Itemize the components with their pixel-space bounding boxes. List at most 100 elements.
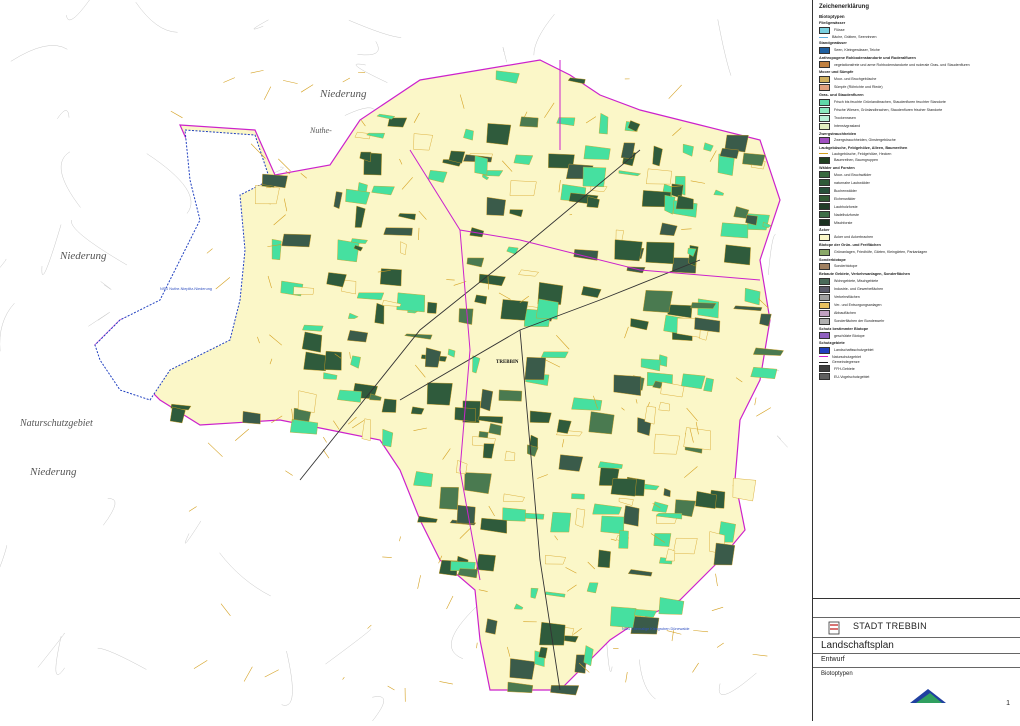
- biotope-patch: [282, 234, 311, 247]
- legend-swatch: [819, 137, 830, 144]
- legend-label: Abbauflächen: [834, 311, 856, 315]
- biotope-patch: [475, 156, 488, 175]
- legend-item: Baumreihen, Baumgruppen: [819, 157, 1014, 164]
- legend-label: Naturschutzgebiet: [832, 355, 861, 359]
- legend-group-heading: Biotope der Grün- und Freiflächen: [819, 243, 1014, 248]
- biotope-patch: [643, 290, 673, 312]
- legend-item: Nadelholzforste: [819, 211, 1014, 218]
- legend-label: Frische Wiesen, Grünlandbrachen, Stauden…: [834, 108, 942, 112]
- biotope-patch: [337, 240, 359, 262]
- legend-label: Bäche, Gräben, Seenrinnen: [832, 35, 877, 39]
- biotope-patch: [499, 390, 522, 401]
- biotope-patch: [673, 538, 697, 554]
- legend-swatch: [819, 157, 830, 164]
- legend-label: Sonderflächen der Bundeswehr: [834, 319, 884, 323]
- legend-item: Verkehrsflächen: [819, 294, 1014, 301]
- legend-swatch: [819, 365, 830, 372]
- legend-swatch: [819, 171, 830, 178]
- legend-group-heading: Bebaute Gebiete, Verkehrsanlagen, Sonder…: [819, 272, 1014, 277]
- legend-item: Laubholzforste: [819, 203, 1014, 210]
- legend-item: naturnahe Laubwälder: [819, 179, 1014, 186]
- city-crest-icon: [821, 621, 847, 635]
- legend-item: geschützte Biotope: [819, 332, 1014, 339]
- legend-label: Mischforste: [834, 221, 852, 225]
- legend-label: Seen, Kleingewässer, Teiche: [834, 48, 880, 52]
- biotope-patch: [684, 427, 711, 449]
- legend-group-heading: Laubgebüsche, Feldgehölze, Alleen, Baumr…: [819, 146, 1014, 151]
- legend-group-heading: Moore und Sümpfe: [819, 70, 1014, 75]
- biotope-patch: [255, 185, 279, 203]
- legend-swatch: [819, 278, 830, 285]
- legend-groups: FließgewässerFlüsseBäche, Gräben, Seenri…: [819, 21, 1014, 380]
- legend-swatch: [819, 84, 830, 91]
- legend-label: vegetationsfreie und arme Rohbodenstando…: [834, 63, 970, 67]
- biotope-patch: [439, 487, 458, 510]
- legend-label: Moor- und Bruchwälder: [834, 173, 871, 177]
- legend-swatch: [819, 362, 828, 363]
- biotope-patch: [610, 607, 636, 628]
- legend-item: Mischforste: [819, 219, 1014, 226]
- biotope-patch: [427, 383, 453, 405]
- legend-swatch: [819, 47, 830, 54]
- legend-swatch: [819, 61, 830, 68]
- legend-swatch: [819, 294, 830, 301]
- biotope-patch: [646, 169, 671, 184]
- page-number: 1: [1006, 700, 1010, 707]
- legend-label: Laubgebüsche, Feldgehölze, Hecken: [832, 152, 891, 156]
- biotope-patch: [302, 332, 322, 353]
- legend-swatch: [819, 76, 830, 83]
- legend-swatch: [819, 37, 828, 38]
- legend-swatch: [819, 318, 830, 325]
- biotope-patch: [510, 658, 535, 679]
- legend-item: Landschaftsschutzgebiet: [819, 347, 1014, 354]
- biotope-patch: [520, 117, 539, 127]
- biotope-patch: [714, 543, 735, 565]
- legend-label: Ver- und Entsorgungsanlagen: [834, 303, 882, 307]
- sheet-title: Biotoptypen: [821, 671, 853, 677]
- map-canvas[interactable]: Niederung Niederung Niederung Naturschut…: [0, 0, 812, 721]
- legend-label: Intensivgrasland: [834, 124, 860, 128]
- biotope-patch: [427, 302, 437, 313]
- biotope-patch: [691, 302, 716, 308]
- legend-swatch: [819, 123, 830, 130]
- legend-item: Trockenrasen: [819, 115, 1014, 122]
- legend-title: Zeichenerklärung: [819, 4, 1014, 11]
- legend-label: Nadelholzforste: [834, 213, 859, 217]
- legend-label: Eichenwälder: [834, 197, 856, 201]
- biotope-patch: [530, 411, 551, 423]
- biotope-patch: [414, 134, 433, 151]
- legend-label: Grünanlagen, Friedhöfe, Gärten, Kleingär…: [834, 250, 927, 254]
- legend-swatch: [819, 302, 830, 309]
- legend-swatch: [819, 310, 830, 317]
- legend-item: Moor- und Bruchgebüsche: [819, 76, 1014, 83]
- legend-label: Moor- und Bruchgebüsche: [834, 77, 876, 81]
- legend-item: Naturschutzgebiet: [819, 355, 1014, 359]
- legend-swatch: [819, 234, 830, 241]
- legend-label: Baumreihen, Baumgruppen: [834, 158, 878, 162]
- legend-swatch: [819, 107, 830, 114]
- label-nuthe: Nuthe-: [310, 126, 332, 135]
- legend-item: Industrie- und Gewerbeflächen: [819, 286, 1014, 293]
- legend-item: Ver- und Entsorgungsanlagen: [819, 302, 1014, 309]
- biotope-patch: [413, 471, 432, 486]
- legend-group-heading: Zwergstrauchheiden: [819, 132, 1014, 137]
- biotope-patch: [615, 240, 643, 261]
- logo-icon: [908, 685, 948, 705]
- legend-label: Landschaftsschutzgebiet: [834, 348, 874, 352]
- legend-label: Industrie- und Gewerbeflächen: [834, 287, 883, 291]
- legend-label: Trockenrasen: [834, 116, 856, 120]
- legend-label: Flüsse: [834, 28, 845, 32]
- legend-group-heading: Äcker: [819, 228, 1014, 233]
- plan-stage: Entwurf: [821, 656, 845, 663]
- label-niederung-low: Niederung: [30, 466, 76, 478]
- biotope-patch: [510, 181, 536, 196]
- legend-swatch: [819, 211, 830, 218]
- legend-item: Sonderbiotope: [819, 263, 1014, 270]
- legend-swatch: [819, 153, 828, 154]
- legend-label: Frisch bis feuchte Grünlandbrachen, Stau…: [834, 100, 946, 104]
- legend-item: Sümpfe (Röhrichte und Riede): [819, 84, 1014, 91]
- biotope-patch: [505, 451, 515, 461]
- legend-item: Intensivgrasland: [819, 123, 1014, 130]
- biotope-patch: [559, 455, 583, 472]
- biotope-patch: [599, 113, 608, 134]
